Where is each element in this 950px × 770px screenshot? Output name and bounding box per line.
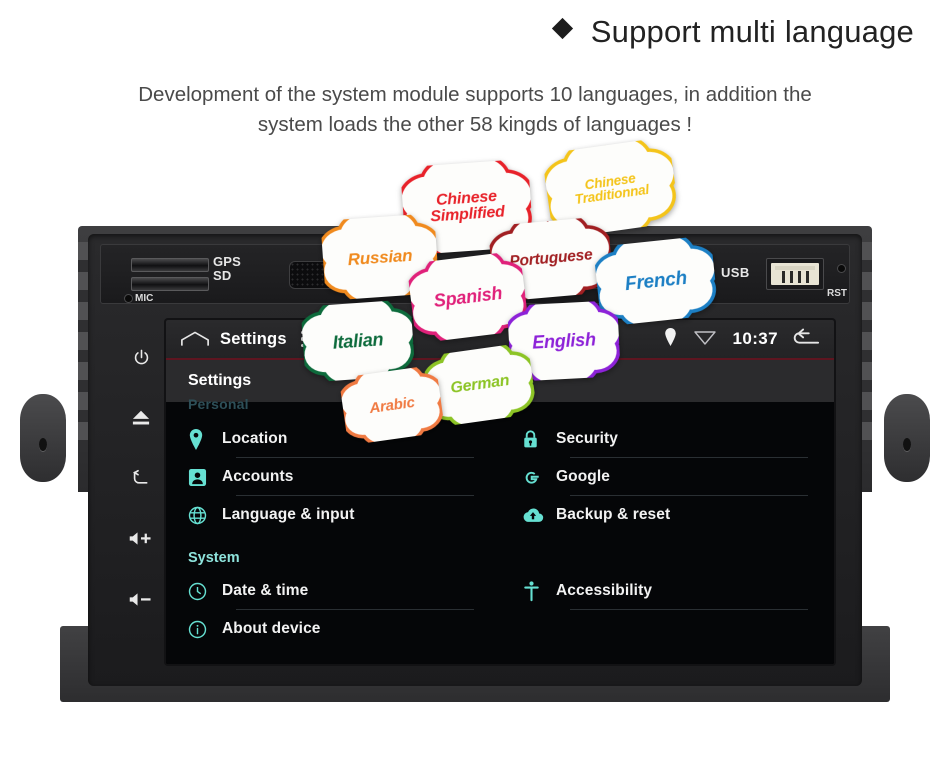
- globe-icon: [188, 506, 222, 525]
- settings-item-language-input[interactable]: Language & input: [188, 496, 474, 534]
- cloud-upload-icon: [522, 507, 556, 523]
- language-bubble-label: Russian: [347, 245, 413, 269]
- card-slot-labels: GPS SD: [213, 254, 242, 284]
- personal-section-grid: Location Accounts Language & input Secur…: [166, 402, 834, 534]
- personal-column-right: Security Google Backup & reset: [500, 420, 834, 534]
- location-pin-icon: [188, 428, 222, 450]
- mic-label: MIC: [135, 293, 154, 304]
- status-bar-back-icon[interactable]: [790, 327, 820, 352]
- language-bubble-label: Chinese Simplified: [429, 187, 506, 226]
- account-icon: [188, 468, 222, 487]
- volume-up-button[interactable]: [122, 524, 160, 554]
- settings-item-security[interactable]: Security: [522, 420, 808, 458]
- settings-item-label: Date & time: [222, 582, 309, 599]
- settings-item-about-device[interactable]: About device: [188, 610, 474, 648]
- section-header-personal: Personal: [188, 396, 249, 412]
- home-icon[interactable]: [180, 329, 210, 349]
- mounting-bracket-right: [884, 394, 930, 482]
- subtitle-line-1: Development of the system module support…: [138, 83, 812, 106]
- sd-card-slot[interactable]: [131, 277, 209, 291]
- settings-item-label: Accounts: [222, 468, 294, 485]
- system-section-grid: Date & time About device Accessibility: [166, 572, 834, 648]
- power-button[interactable]: [122, 342, 160, 372]
- settings-item-accessibility[interactable]: Accessibility: [522, 572, 808, 610]
- settings-item-label: About device: [222, 620, 321, 637]
- settings-item-label: Location: [222, 430, 288, 447]
- settings-content: Personal Location Accounts Language & in…: [166, 396, 834, 664]
- settings-item-backup-reset[interactable]: Backup & reset: [522, 496, 808, 534]
- gps-label: GPS: [213, 254, 242, 269]
- settings-item-label: Security: [556, 430, 618, 447]
- language-bubble-label: English: [531, 329, 597, 353]
- settings-item-label: Google: [556, 468, 610, 485]
- gps-card-slot[interactable]: [131, 258, 209, 272]
- accessibility-icon: [522, 580, 556, 602]
- system-column-right: Accessibility: [500, 572, 834, 648]
- eject-button[interactable]: [122, 403, 160, 433]
- personal-column-left: Location Accounts Language & input: [166, 420, 500, 534]
- side-button-column: [110, 320, 172, 640]
- diamond-bullet-icon: [552, 17, 574, 39]
- google-g-icon: [522, 468, 556, 487]
- reset-button[interactable]: [838, 265, 845, 272]
- usb-port-contacts: [771, 263, 819, 285]
- usb-label: USB: [721, 265, 750, 280]
- volume-down-button[interactable]: [122, 584, 160, 614]
- settings-item-label: Backup & reset: [556, 506, 671, 523]
- settings-item-label: Language & input: [222, 506, 355, 523]
- settings-item-date-time[interactable]: Date & time: [188, 572, 474, 610]
- settings-item-label: Accessibility: [556, 582, 653, 599]
- page-subtitle: Development of the system module support…: [60, 80, 890, 139]
- subtitle-line-2: system loads the other 58 kingds of lang…: [257, 112, 693, 136]
- language-bubble-label: Italian: [332, 329, 384, 353]
- mounting-bracket-left: [20, 394, 66, 482]
- system-column-left: Date & time About device: [166, 572, 500, 648]
- rst-label: RST: [827, 288, 847, 299]
- usb-port[interactable]: [766, 258, 824, 290]
- language-bubble-arabic: Arabic: [338, 364, 446, 446]
- wifi-icon: [693, 327, 717, 351]
- location-pin-icon: [664, 327, 677, 351]
- screen-title: Settings: [188, 372, 252, 389]
- status-bar-clock: 10:37: [732, 329, 778, 348]
- page-title: Support multi language: [590, 14, 914, 49]
- screw-hole-icon: [39, 438, 47, 451]
- section-header-system: System: [188, 550, 240, 566]
- settings-item-google[interactable]: Google: [522, 458, 808, 496]
- sd-label: SD: [213, 268, 232, 284]
- microphone-icon: [125, 295, 132, 302]
- info-icon: [188, 620, 222, 639]
- lock-icon: [522, 429, 556, 449]
- back-button[interactable]: [122, 463, 160, 493]
- card-slots[interactable]: [131, 258, 209, 292]
- screw-hole-icon: [903, 438, 911, 451]
- settings-item-accounts[interactable]: Accounts: [188, 458, 474, 496]
- clock-icon: [188, 582, 222, 601]
- status-bar-app-title: Settings: [220, 329, 287, 348]
- page-header: Support multi language: [0, 14, 950, 50]
